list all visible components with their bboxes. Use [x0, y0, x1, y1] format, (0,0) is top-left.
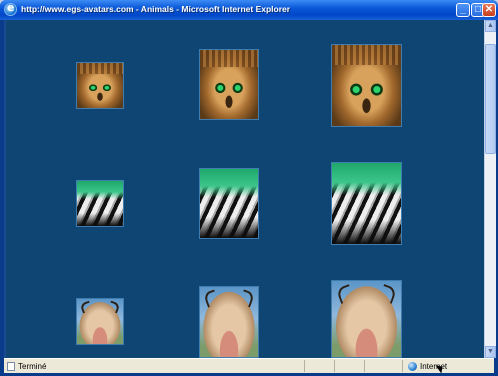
browser-window: http://www.egs-avatars.com - Animals - M… — [0, 0, 498, 376]
scroll-thumb[interactable] — [485, 44, 496, 154]
avatar-gallery — [6, 20, 484, 358]
avatar-cow-large[interactable] — [331, 280, 402, 358]
status-divider — [402, 360, 403, 372]
avatar-owl-medium[interactable] — [199, 49, 259, 120]
avatar-tiger-medium[interactable] — [199, 168, 259, 239]
ie-icon — [4, 1, 17, 16]
status-divider — [334, 360, 335, 372]
minimize-button[interactable]: _ — [456, 3, 470, 17]
title-bar[interactable]: http://www.egs-avatars.com - Animals - M… — [0, 0, 498, 20]
avatar-tiger-small[interactable] — [76, 180, 124, 227]
page-viewport — [4, 20, 484, 358]
avatar-owl-small[interactable] — [76, 62, 124, 109]
window-title: http://www.egs-avatars.com - Animals - M… — [21, 4, 291, 14]
status-section: Terminé — [7, 362, 47, 372]
status-divider — [304, 360, 305, 372]
vertical-scrollbar[interactable]: ▲ ▼ — [484, 20, 496, 358]
scroll-up-arrow[interactable]: ▲ — [485, 20, 496, 32]
avatar-owl-large[interactable] — [331, 44, 402, 127]
close-button[interactable]: ✕ — [482, 3, 496, 17]
document-icon — [7, 362, 15, 372]
status-divider — [364, 360, 365, 372]
avatar-tiger-large[interactable] — [331, 162, 402, 245]
status-bar: Terminé Internet — [4, 358, 494, 373]
avatar-cow-small[interactable] — [76, 298, 124, 345]
avatar-cow-medium[interactable] — [199, 286, 259, 358]
globe-icon — [408, 362, 417, 372]
scroll-down-arrow[interactable]: ▼ — [485, 346, 496, 358]
status-text: Terminé — [18, 362, 47, 371]
